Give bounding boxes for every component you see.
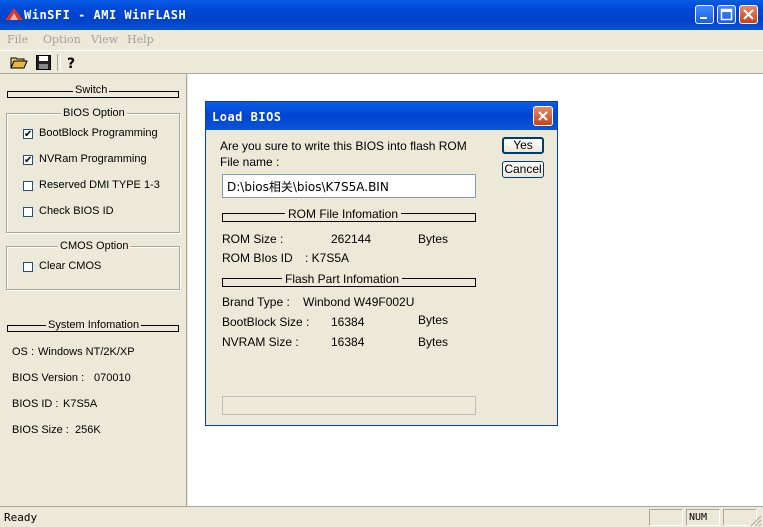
window-title: WinSFI - AMI WinFLASH bbox=[24, 8, 187, 22]
nvram-label: NVRam Programming bbox=[39, 153, 147, 165]
check-bios-id-checkbox[interactable] bbox=[23, 207, 33, 217]
close-icon bbox=[743, 9, 754, 20]
minimize-button[interactable] bbox=[695, 5, 714, 24]
bios-size-value: 256K bbox=[75, 424, 101, 436]
nvram-size-value: 16384 bbox=[331, 335, 365, 349]
left-panel: Switch BIOS Option ✔ BootBlock Programmi… bbox=[0, 74, 187, 506]
bios-version-value: 070010 bbox=[94, 372, 131, 384]
nvram-size-unit: Bytes bbox=[418, 335, 449, 349]
minimize-icon bbox=[700, 17, 707, 19]
toolbar: ? bbox=[0, 50, 763, 74]
clear-cmos-checkbox[interactable] bbox=[23, 262, 33, 272]
clear-cmos-label: Clear CMOS bbox=[39, 260, 102, 272]
bootblock-size-unit: Bytes bbox=[418, 313, 449, 327]
help-button[interactable]: ? bbox=[62, 53, 82, 72]
rom-size-label: ROM Size : bbox=[222, 232, 284, 246]
cancel-button[interactable]: Cancel bbox=[502, 161, 544, 178]
brand-type-label: Brand Type : bbox=[222, 295, 290, 309]
os-value: Windows NT/2K/XP bbox=[38, 346, 135, 358]
yes-button[interactable]: Yes bbox=[502, 137, 544, 154]
menu-help[interactable]: Help bbox=[127, 33, 154, 46]
rom-size-value: 262144 bbox=[331, 232, 372, 246]
status-panel-num: NUM bbox=[686, 509, 720, 526]
nvram-checkbox[interactable]: ✔ bbox=[23, 155, 33, 166]
file-name-field[interactable]: D:\bios相关\bios\K7S5A.BIN bbox=[222, 174, 476, 198]
menu-option[interactable]: Option bbox=[43, 33, 81, 46]
close-button[interactable] bbox=[739, 5, 758, 24]
num-indicator: NUM bbox=[689, 512, 708, 523]
check-bios-id-label: Check BIOS ID bbox=[39, 205, 114, 217]
save-icon bbox=[35, 55, 51, 70]
status-bar: Ready NUM bbox=[0, 506, 763, 527]
nvram-size-label: NVRAM Size : bbox=[222, 335, 299, 349]
bios-size-label: BIOS Size : bbox=[12, 424, 69, 436]
bios-id-label: BIOS ID : bbox=[12, 398, 59, 410]
load-bios-dialog: Load BIOS Are you sure to write this BIO… bbox=[205, 101, 558, 426]
menu-bar: File Option View Help bbox=[0, 30, 763, 50]
menu-file[interactable]: File bbox=[7, 33, 28, 46]
resize-grip-icon[interactable] bbox=[750, 515, 762, 527]
status-panel-caps bbox=[649, 509, 683, 526]
title-bar[interactable]: WinSFI - AMI WinFLASH bbox=[0, 0, 763, 30]
bootblock-size-value: 16384 bbox=[331, 315, 365, 329]
close-icon bbox=[538, 111, 548, 121]
svg-text:?: ? bbox=[67, 56, 75, 71]
bios-id-value: K7S5A bbox=[63, 398, 98, 410]
bootblock-checkbox[interactable]: ✔ bbox=[23, 129, 33, 140]
save-button[interactable] bbox=[33, 53, 53, 72]
os-label: OS : bbox=[12, 346, 35, 358]
dialog-title-bar[interactable]: Load BIOS bbox=[206, 102, 557, 130]
open-folder-icon bbox=[10, 57, 28, 69]
dialog-title: Load BIOS bbox=[212, 110, 282, 124]
toolbar-separator bbox=[57, 54, 61, 71]
status-text: Ready bbox=[4, 511, 38, 524]
rom-bios-id-label: ROM BIos ID bbox=[222, 251, 293, 265]
reserved-dmi-label: Reserved DMI TYPE 1-3 bbox=[39, 179, 160, 191]
bootblock-label: BootBlock Programming bbox=[39, 127, 158, 139]
dialog-prompt: Are you sure to write this BIOS into fla… bbox=[220, 139, 467, 153]
app-logo-icon bbox=[5, 8, 23, 20]
system-info-heading: System Infomation bbox=[46, 319, 142, 331]
rom-file-heading: ROM File Infomation bbox=[285, 207, 402, 221]
rom-bios-id-value: : K7S5A bbox=[305, 251, 350, 265]
bios-option-title: BIOS Option bbox=[61, 107, 127, 119]
menu-view[interactable]: View bbox=[91, 33, 118, 46]
open-button[interactable] bbox=[9, 53, 29, 72]
reserved-dmi-checkbox[interactable] bbox=[23, 181, 33, 191]
file-name-label: File name : bbox=[220, 155, 280, 169]
bios-version-label: BIOS Version : bbox=[12, 372, 85, 384]
flash-part-heading: Flash Part Infomation bbox=[282, 272, 403, 286]
switch-heading: Switch bbox=[73, 84, 110, 96]
help-icon: ? bbox=[67, 56, 75, 71]
dialog-close-button[interactable] bbox=[533, 106, 553, 126]
bootblock-size-label: BootBlock Size : bbox=[222, 315, 310, 329]
flash-progress-bar bbox=[222, 396, 476, 415]
rom-size-unit: Bytes bbox=[418, 232, 449, 246]
brand-type-value: Winbond W49F002U bbox=[303, 295, 415, 309]
cmos-option-title: CMOS Option bbox=[58, 240, 131, 252]
maximize-icon bbox=[720, 8, 733, 21]
maximize-button[interactable] bbox=[717, 5, 736, 24]
